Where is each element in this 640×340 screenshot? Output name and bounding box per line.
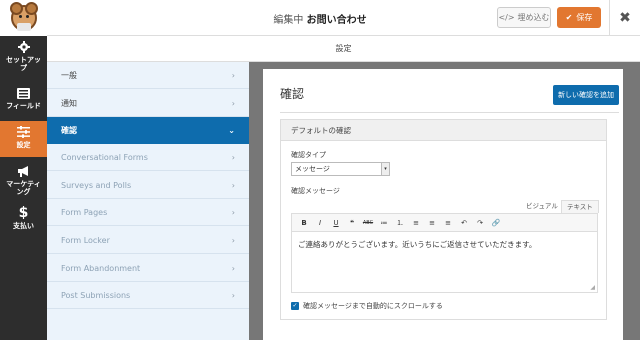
rail-label: 設定 [16,141,31,149]
bullet-list-icon[interactable]: ≔ [376,219,392,227]
confirmation-box: デフォルトの確認 確認タイプ メッセージ ▾ 確認メッセージ ビジュアル テキス… [280,119,607,320]
gear-icon [17,40,30,54]
save-button[interactable]: ✔ 保存 [557,7,601,28]
select-value: メッセージ [295,165,330,173]
italic-icon[interactable]: I [312,219,328,227]
panel-item-label: 一般 [61,70,77,80]
rail-label: セットアップ [6,56,41,72]
panel-item-form-locker[interactable]: Form Locker › [47,227,249,254]
top-bar: 編集中 お問い合わせ </> 埋め込む ✔ 保存 ✖ [0,0,640,36]
panel-item-general[interactable]: 一般 › [47,62,249,89]
card-title: 確認 [280,87,305,101]
save-label: 保存 [576,13,593,22]
undo-icon[interactable]: ↶ [456,219,472,227]
scroll-checkbox[interactable]: ✓ [291,302,299,310]
panel-item-label: Form Pages [61,207,108,217]
panel-item-label: 確認 [61,125,77,135]
sliders-icon [17,125,30,139]
check-icon: ✔ [565,13,573,22]
panel-item-label: Form Locker [61,235,110,245]
panel-item-confirmations[interactable]: 確認 ⌄ [47,117,249,144]
blockquote-icon[interactable]: ❝ [344,219,360,227]
panel-item-label: Form Abandonment [61,263,141,273]
rail-item-marketing[interactable]: マーケティング [0,164,47,204]
rail-item-settings[interactable]: 設定 [0,121,47,157]
panel-item-surveys-polls[interactable]: Surveys and Polls › [47,172,249,199]
editor-toolbar: B I U ❝ ABC ≔ ⒈ ≡ ≡ ≡ ↶ ↷ 🔗 [292,214,597,232]
embed-label: 埋め込む [517,13,550,22]
select-arrow-icon: ▾ [381,163,389,175]
embed-button[interactable]: </> 埋め込む [497,7,551,28]
message-editor[interactable]: B I U ❝ ABC ≔ ⒈ ≡ ≡ ≡ ↶ ↷ 🔗 ご連絡ありがとうございま… [291,213,598,293]
align-left-icon[interactable]: ≡ [408,219,424,227]
underline-icon[interactable]: U [328,219,344,227]
panel-item-post-submissions[interactable]: Post Submissions › [47,282,249,309]
chevron-right-icon: › [231,180,235,190]
resize-handle-icon[interactable]: ◢ [590,284,595,291]
rail-item-payments[interactable]: $ 支払い [0,206,47,238]
scroll-checkbox-label: 確認メッセージまで自動的にスクロールする [303,302,443,310]
chevron-right-icon: › [231,207,235,217]
preview-area: 確認 新しい確認を追加 デフォルトの確認 確認タイプ メッセージ ▾ 確認メッセ… [249,62,640,340]
settings-panel: 一般 › 通知 › 確認 ⌄ Conversational Forms › Su… [47,62,249,340]
panel-item-form-pages[interactable]: Form Pages › [47,199,249,226]
scroll-checkbox-row[interactable]: ✓ 確認メッセージまで自動的にスクロールする [291,301,443,311]
rail-label: マーケティング [6,180,41,196]
panel-item-form-abandonment[interactable]: Form Abandonment › [47,255,249,282]
rail-item-fields[interactable]: フィールド [0,86,47,118]
form-name: お問い合わせ [306,15,367,26]
confirmation-box-title[interactable]: デフォルトの確認 [281,120,606,141]
chevron-right-icon: › [231,235,235,245]
rail-item-setup[interactable]: セットアップ [0,40,47,84]
panel-item-notifications[interactable]: 通知 › [47,90,249,117]
align-center-icon[interactable]: ≡ [424,219,440,227]
chevron-right-icon: › [231,152,235,162]
panel-item-label: Surveys and Polls [61,180,132,190]
panel-item-label: Post Submissions [61,290,131,300]
redo-icon[interactable]: ↷ [472,219,488,227]
list-icon [17,86,30,100]
rail-label: 支払い [13,222,34,230]
confirmations-card: 確認 新しい確認を追加 デフォルトの確認 確認タイプ メッセージ ▾ 確認メッセ… [263,69,623,340]
chevron-down-icon: ⌄ [228,125,235,135]
tab-visual[interactable]: ビジュアル [521,200,563,213]
chevron-right-icon: › [231,290,235,300]
strikethrough-icon[interactable]: ABC [360,220,376,226]
numbered-list-icon[interactable]: ⒈ [392,218,408,228]
close-icon[interactable]: ✖ [609,0,640,36]
megaphone-icon [17,164,31,178]
chevron-right-icon: › [231,70,235,80]
align-right-icon[interactable]: ≡ [440,219,456,227]
message-label: 確認メッセージ [291,187,340,195]
message-text: ご連絡ありがとうございます。近いうちにご返信させていただきます。 [298,240,537,249]
add-confirmation-button[interactable]: 新しい確認を追加 [553,85,619,105]
panel-item-conversational-forms[interactable]: Conversational Forms › [47,144,249,171]
type-label: 確認タイプ [291,151,326,159]
tab-text[interactable]: テキスト [561,200,599,213]
dollar-icon: $ [18,205,29,221]
chevron-right-icon: › [231,98,235,108]
code-icon: </> [498,13,515,22]
link-icon[interactable]: 🔗 [488,219,504,227]
bold-icon[interactable]: B [296,219,312,227]
panel-item-label: Conversational Forms [61,152,148,162]
chevron-right-icon: › [231,263,235,273]
section-header: 設定 [47,36,640,62]
rail-label: フィールド [6,102,41,110]
builder-sidebar: セットアップ フィールド 設定 マーケティング $ 支払い [0,36,47,340]
confirmation-type-select[interactable]: メッセージ ▾ [291,162,390,176]
panel-item-label: 通知 [61,98,77,108]
title-prefix: 編集中 [273,15,304,26]
divider [280,112,619,113]
